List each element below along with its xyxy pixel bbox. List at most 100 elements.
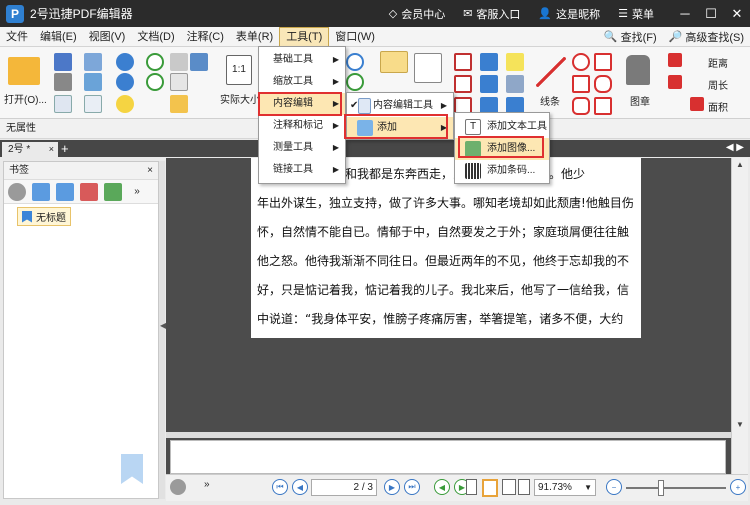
actual-size-icon[interactable]: 1:1 (226, 55, 252, 85)
member-center-link[interactable]: ◇ 会员中心 (389, 6, 445, 22)
zoom-in-icon[interactable] (346, 53, 364, 71)
add-tab-icon[interactable]: + (61, 141, 69, 156)
hexagon-icon[interactable] (594, 97, 612, 115)
distance-icon[interactable] (668, 53, 682, 67)
select-text-icon[interactable] (170, 73, 188, 91)
maximize-button[interactable]: ☐ (698, 6, 724, 22)
find-button[interactable]: 🔍 查找(F) (598, 29, 663, 45)
ellipse-icon[interactable] (572, 53, 590, 71)
area-icon[interactable] (690, 97, 704, 111)
close-button[interactable]: ✕ (724, 6, 750, 22)
undo-icon[interactable] (116, 53, 134, 71)
facing-pages-icon[interactable] (502, 479, 516, 495)
line-tool-label[interactable]: 线条 (540, 93, 560, 108)
customer-service-link[interactable]: ✉ 客服入口 (463, 6, 520, 22)
attach-icon[interactable] (506, 75, 524, 93)
bookmark-add-child-icon[interactable] (56, 182, 74, 201)
menu-view[interactable]: 视图(V) (83, 27, 132, 47)
nav-back-icon[interactable] (146, 53, 164, 71)
continuous-facing-icon[interactable] (518, 479, 530, 495)
menu-form[interactable]: 表单(R) (230, 27, 279, 47)
add-barcode-item[interactable]: 添加条码... (455, 160, 549, 182)
zoom-out-button[interactable]: − (606, 479, 622, 495)
nav-forward-icon[interactable] (146, 73, 164, 91)
note-icon[interactable] (506, 53, 524, 71)
main-menu-link[interactable]: ☰ 菜单 (618, 6, 654, 22)
distance-label[interactable]: 距离 (708, 55, 728, 70)
next-page-button[interactable]: ▶ (384, 479, 400, 495)
print-icon[interactable] (54, 73, 72, 91)
advanced-find-button[interactable]: 🔎 高级查找(S) (663, 29, 750, 45)
status-options-icon[interactable] (170, 479, 186, 495)
bulb-icon[interactable] (116, 95, 134, 113)
panel-close-icon[interactable]: × (147, 162, 153, 180)
bookmark-delete-icon[interactable] (80, 182, 98, 201)
tools-menu-item-basic[interactable]: 基础工具 ▶ (259, 49, 345, 71)
user-nickname-link[interactable]: 👤 这是昵称 (538, 6, 600, 22)
status-expand-icon[interactable]: » (204, 479, 210, 490)
menu-edit[interactable]: 编辑(E) (34, 27, 83, 47)
minimize-button[interactable]: ─ (672, 6, 698, 21)
vertical-scrollbar[interactable]: ▲ ▼ (731, 158, 748, 474)
page-number-input[interactable]: 2 / 3 (311, 479, 377, 496)
single-page-icon[interactable] (466, 479, 477, 495)
open-label[interactable]: 打开(O)... (4, 91, 47, 106)
perimeter-icon[interactable] (668, 75, 682, 89)
menu-comment[interactable]: 注释(C) (181, 27, 230, 47)
tab-close-icon[interactable]: × (49, 142, 54, 157)
stamp-icon[interactable] (626, 55, 650, 85)
line-tool-icon[interactable] (536, 57, 566, 87)
bookmark-options-icon[interactable] (8, 182, 26, 201)
text-box-icon[interactable] (454, 53, 472, 71)
bookmark-add-icon[interactable] (32, 182, 50, 201)
zoom-slider[interactable] (626, 487, 726, 489)
stamp-label[interactable]: 图章 (630, 93, 650, 108)
scroll-down-icon[interactable]: ▼ (736, 420, 744, 429)
panel-splitter[interactable]: ◀ (159, 161, 166, 499)
actual-size-label[interactable]: 实际大小 (220, 91, 260, 106)
scroll-up-icon[interactable]: ▲ (736, 160, 744, 169)
second-view-page[interactable] (170, 440, 726, 474)
tools-menu-item-measure[interactable]: 测量工具 ▶ (259, 137, 345, 159)
edit-content-icon[interactable] (380, 51, 408, 73)
export-icon[interactable] (84, 73, 102, 91)
document-viewport[interactable]: 父亲和我都是东奔西走，家境一日不如一日。他少 年出外谋生，独立支持，做了许多大事… (166, 158, 748, 474)
history-back-button[interactable]: ◀ (434, 479, 450, 495)
tools-menu-item-annotate[interactable]: 注释和标记 ▶ (259, 115, 345, 137)
bookmark-item[interactable]: 无标题 (17, 207, 71, 226)
camera-icon[interactable] (190, 53, 208, 71)
document-page[interactable]: 父亲和我都是东奔西走，家境一日不如一日。他少 年出外谋生，独立支持，做了许多大事… (251, 158, 641, 338)
menu-document[interactable]: 文档(D) (131, 27, 180, 47)
snapshot-icon[interactable] (170, 95, 188, 113)
edit-object-icon[interactable] (414, 53, 442, 83)
continuous-page-icon[interactable] (482, 479, 498, 497)
pencil-icon[interactable] (594, 75, 612, 93)
tab-document[interactable]: 2号 * × (2, 142, 58, 157)
polygon-icon[interactable] (594, 53, 612, 71)
zoom-slider-thumb[interactable] (658, 480, 664, 496)
tools-menu-item-zoom[interactable]: 缩放工具 ▶ (259, 71, 345, 93)
zoom-in-button[interactable]: + (730, 479, 746, 495)
menu-tools[interactable]: 工具(T) (279, 26, 330, 47)
rect-icon[interactable] (572, 75, 590, 93)
add-text-tool-item[interactable]: T 添加文本工具 (455, 116, 549, 138)
bookmark-new-icon[interactable] (104, 182, 122, 201)
text-callout-icon[interactable] (454, 75, 472, 93)
view-split-divider[interactable] (166, 432, 731, 438)
chevron-expand-icon[interactable]: » (128, 183, 146, 201)
rotate-icon[interactable] (346, 73, 364, 91)
tools-menu-item-link[interactable]: 链接工具 ▶ (259, 159, 345, 181)
last-page-button[interactable]: ⏭ (404, 479, 420, 495)
prev-page-button[interactable]: ◀ (292, 479, 308, 495)
email-icon[interactable] (84, 53, 102, 71)
menu-file[interactable]: 文件 (0, 27, 34, 47)
first-page-button[interactable]: ⏮ (272, 479, 288, 495)
perimeter-label[interactable]: 周长 (708, 77, 728, 92)
redo-icon[interactable] (116, 73, 134, 91)
cloud-icon[interactable] (572, 97, 590, 115)
save-icon[interactable] (54, 53, 72, 71)
new-doc-icon[interactable] (54, 95, 72, 113)
strikeout-icon[interactable] (480, 75, 498, 93)
menu-window[interactable]: 窗口(W) (329, 27, 381, 47)
zoom-level-select[interactable]: 91.73% ▼ (534, 479, 596, 496)
